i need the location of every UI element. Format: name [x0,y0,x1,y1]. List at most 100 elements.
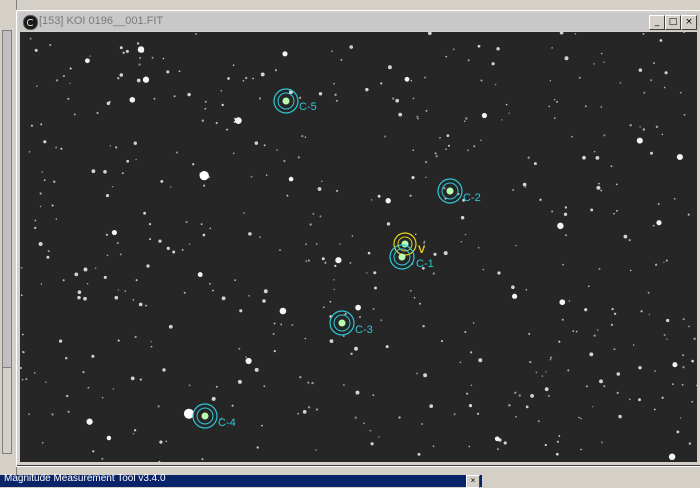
star [432,445,435,448]
minimize-button[interactable]: _ [649,15,665,30]
star [661,133,664,136]
marker-c3[interactable]: C-3 [329,310,373,336]
star [596,329,599,331]
star [124,290,127,292]
star [169,186,172,188]
star [416,372,418,375]
star [262,299,266,303]
star [231,404,234,407]
app-icon[interactable] [23,15,38,30]
star [544,387,549,392]
star [539,198,542,201]
marker-c4[interactable]: C-4 [192,403,236,429]
star [387,65,392,70]
star [497,271,501,275]
maximize-button[interactable]: □ [665,15,681,30]
star [20,366,23,370]
star [38,242,43,246]
measurement-tool-close-button[interactable]: × [466,475,480,488]
marker-v[interactable]: V [393,232,426,256]
star [263,289,268,294]
star [83,267,88,272]
star [611,307,614,311]
star [34,219,37,222]
star [424,76,426,79]
star [282,51,288,57]
star [398,112,403,117]
star [423,240,426,243]
star [691,400,694,403]
star [647,291,650,294]
star [324,261,327,264]
star [195,32,198,36]
star [544,443,547,447]
star [673,197,676,200]
window-titlebar[interactable]: [153] KOI 0196__001.FIT _ □ × [19,13,699,31]
marker-label: C-3 [355,324,373,336]
marker-c2[interactable]: C-2 [437,178,481,204]
star [580,417,582,420]
star [318,92,323,96]
star [132,432,135,435]
star [618,414,622,419]
star [613,212,615,215]
star [60,147,63,150]
star [578,416,580,419]
star [220,90,223,92]
marker-c5[interactable]: C-5 [273,88,317,114]
star [203,184,206,187]
star [575,330,578,333]
star [307,259,310,262]
star [106,254,109,257]
star [265,174,268,176]
star [288,176,294,182]
star [349,261,352,264]
star [508,112,510,114]
close-button[interactable]: × [681,15,697,30]
star [679,91,682,94]
star [561,318,564,321]
measurement-tool-taskbar[interactable]: Magnitude Measurement Tool v3.4.0 × [0,473,482,488]
star [559,32,564,35]
star [548,395,550,397]
star [412,149,415,152]
star [350,352,353,355]
star [261,424,263,427]
star [22,351,25,354]
star [468,445,471,448]
star [103,169,107,174]
star [39,192,42,195]
star [628,398,631,401]
star [67,97,70,100]
star [111,185,114,188]
star [297,156,300,159]
star [272,332,275,335]
star [639,126,641,128]
star [335,189,339,193]
star [62,279,65,282]
star [286,194,289,197]
star [370,199,373,201]
star [525,405,529,409]
star [600,189,603,192]
star [96,111,99,115]
marker-c1[interactable]: C-1 [389,244,434,270]
star [291,324,294,327]
star [258,97,262,100]
star [21,333,24,336]
star [429,404,434,408]
star [239,309,243,313]
star [106,101,111,106]
star [511,285,515,289]
star [248,295,250,297]
star [562,263,564,266]
star [55,146,58,149]
star [40,283,43,285]
star [166,70,170,74]
star-field-image[interactable]: C-5 C-2 V C-1 C-3 C-4 [20,32,697,462]
star [494,83,497,86]
star [380,82,383,85]
star [183,408,194,419]
star [119,253,122,256]
star [166,246,170,251]
